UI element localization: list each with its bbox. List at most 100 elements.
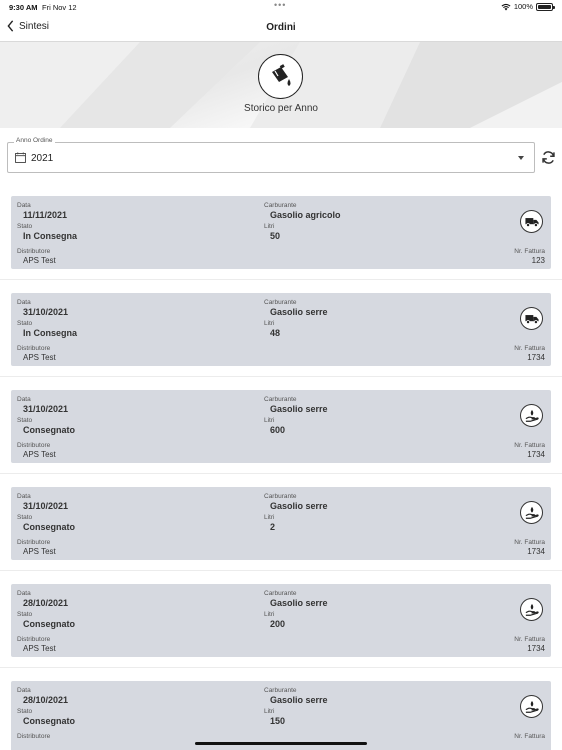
list-item: Data 28/10/2021 Stato Consegnato Distrib… — [0, 668, 562, 750]
order-invoice: 123 — [531, 256, 545, 265]
hero-label: Storico per Anno — [244, 103, 318, 114]
order-status: In Consegna — [23, 328, 78, 338]
fuel-can-icon — [258, 54, 303, 99]
hand-drop-icon — [520, 501, 543, 524]
order-liters: 48 — [270, 328, 281, 338]
litri-label: Litri — [264, 417, 275, 424]
year-value: 2021 — [31, 153, 54, 164]
order-invoice: 1734 — [527, 450, 545, 459]
fattura-label: Nr. Fattura — [514, 539, 545, 546]
order-status: Consegnato — [23, 619, 76, 629]
order-status: In Consegna — [23, 231, 78, 241]
stato-label: Stato — [17, 417, 33, 424]
order-date: 11/11/2021 — [23, 210, 68, 220]
order-liters: 150 — [270, 716, 286, 726]
carburante-label: Carburante — [264, 590, 297, 597]
multitasking-dots-icon[interactable]: ••• — [274, 0, 286, 10]
order-card[interactable]: Data 11/11/2021 Stato In Consegna Distri… — [11, 196, 551, 269]
battery-icon — [536, 2, 555, 11]
carburante-label: Carburante — [264, 202, 297, 209]
list-item: Data 31/10/2021 Stato In Consegna Distri… — [0, 280, 562, 377]
orders-list: Data 11/11/2021 Stato In Consegna Distri… — [0, 183, 562, 750]
litri-label: Litri — [264, 514, 275, 521]
list-item: Data 31/10/2021 Stato Consegnato Distrib… — [0, 377, 562, 474]
order-distributor: APS Test — [23, 547, 56, 556]
home-indicator[interactable] — [195, 742, 367, 745]
carburante-label: Carburante — [264, 396, 297, 403]
truck-icon — [520, 307, 543, 330]
order-card[interactable]: Data 31/10/2021 Stato Consegnato Distrib… — [11, 390, 551, 463]
distributore-label: Distributore — [17, 636, 51, 643]
order-distributor: APS Test — [23, 644, 56, 653]
data-label: Data — [17, 493, 31, 500]
litri-label: Litri — [264, 320, 275, 327]
carburante-label: Carburante — [264, 299, 297, 306]
list-item: Data 11/11/2021 Stato In Consegna Distri… — [0, 183, 562, 280]
order-status: Consegnato — [23, 522, 76, 532]
stato-label: Stato — [17, 611, 33, 618]
year-select-label: Anno Ordine — [14, 137, 55, 144]
carburante-label: Carburante — [264, 493, 297, 500]
navigation-bar: Sintesi Ordini — [0, 14, 562, 42]
fattura-label: Nr. Fattura — [514, 733, 545, 740]
truck-icon — [520, 210, 543, 233]
order-distributor: APS Test — [23, 353, 56, 362]
data-label: Data — [17, 396, 31, 403]
order-invoice: 1734 — [527, 644, 545, 653]
stato-label: Stato — [17, 708, 33, 715]
order-date: 28/10/2021 — [23, 695, 69, 705]
dropdown-arrow-icon — [518, 156, 524, 160]
order-card[interactable]: Data 28/10/2021 Stato Consegnato Distrib… — [11, 681, 551, 750]
order-card[interactable]: Data 28/10/2021 Stato Consegnato Distrib… — [11, 584, 551, 657]
fattura-label: Nr. Fattura — [514, 248, 545, 255]
data-label: Data — [17, 202, 31, 209]
status-bar: 9:30 AM Fri Nov 12 ••• 100% — [0, 0, 562, 14]
order-liters: 200 — [270, 619, 286, 629]
wifi-icon — [501, 3, 511, 10]
fattura-label: Nr. Fattura — [514, 345, 545, 352]
list-item: Data 31/10/2021 Stato Consegnato Distrib… — [0, 474, 562, 571]
order-fuel: Gasolio serre — [270, 695, 328, 705]
stato-label: Stato — [17, 320, 33, 327]
order-fuel: Gasolio agricolo — [270, 210, 341, 220]
order-liters: 2 — [270, 522, 276, 532]
hero-banner: Storico per Anno — [0, 42, 562, 128]
litri-label: Litri — [264, 223, 275, 230]
fattura-label: Nr. Fattura — [514, 442, 545, 449]
refresh-icon[interactable] — [541, 150, 556, 165]
data-label: Data — [17, 299, 31, 306]
stato-label: Stato — [17, 514, 33, 521]
status-time: 9:30 AM — [9, 3, 38, 12]
distributore-label: Distributore — [17, 442, 51, 449]
order-fuel: Gasolio serre — [270, 501, 328, 511]
order-card[interactable]: Data 31/10/2021 Stato Consegnato Distrib… — [11, 487, 551, 560]
hand-drop-icon — [520, 598, 543, 621]
distributore-label: Distributore — [17, 733, 51, 740]
fattura-label: Nr. Fattura — [514, 636, 545, 643]
calendar-icon — [15, 152, 26, 163]
distributore-label: Distributore — [17, 539, 51, 546]
status-indicators: 100% — [501, 2, 555, 11]
distributore-label: Distributore — [17, 345, 51, 352]
distributore-label: Distributore — [17, 248, 51, 255]
list-item: Data 28/10/2021 Stato Consegnato Distrib… — [0, 571, 562, 668]
year-select[interactable]: Anno Ordine 2021 — [7, 137, 535, 173]
order-invoice: 1734 — [527, 547, 545, 556]
litri-label: Litri — [264, 708, 275, 715]
order-invoice: 1734 — [527, 353, 545, 362]
order-fuel: Gasolio serre — [270, 598, 328, 608]
order-date: 31/10/2021 — [23, 501, 69, 511]
order-date: 31/10/2021 — [23, 307, 69, 317]
carburante-label: Carburante — [264, 687, 297, 694]
page-title: Ordini — [266, 22, 296, 33]
order-distributor: APS Test — [23, 450, 56, 459]
order-date: 28/10/2021 — [23, 598, 69, 608]
order-card[interactable]: Data 31/10/2021 Stato In Consegna Distri… — [11, 293, 551, 366]
order-date: 31/10/2021 — [23, 404, 69, 414]
order-liters: 600 — [270, 425, 286, 435]
status-date: Fri Nov 12 — [42, 3, 77, 12]
hand-drop-icon — [520, 695, 543, 718]
data-label: Data — [17, 687, 31, 694]
order-status: Consegnato — [23, 716, 76, 726]
hand-drop-icon — [520, 404, 543, 427]
